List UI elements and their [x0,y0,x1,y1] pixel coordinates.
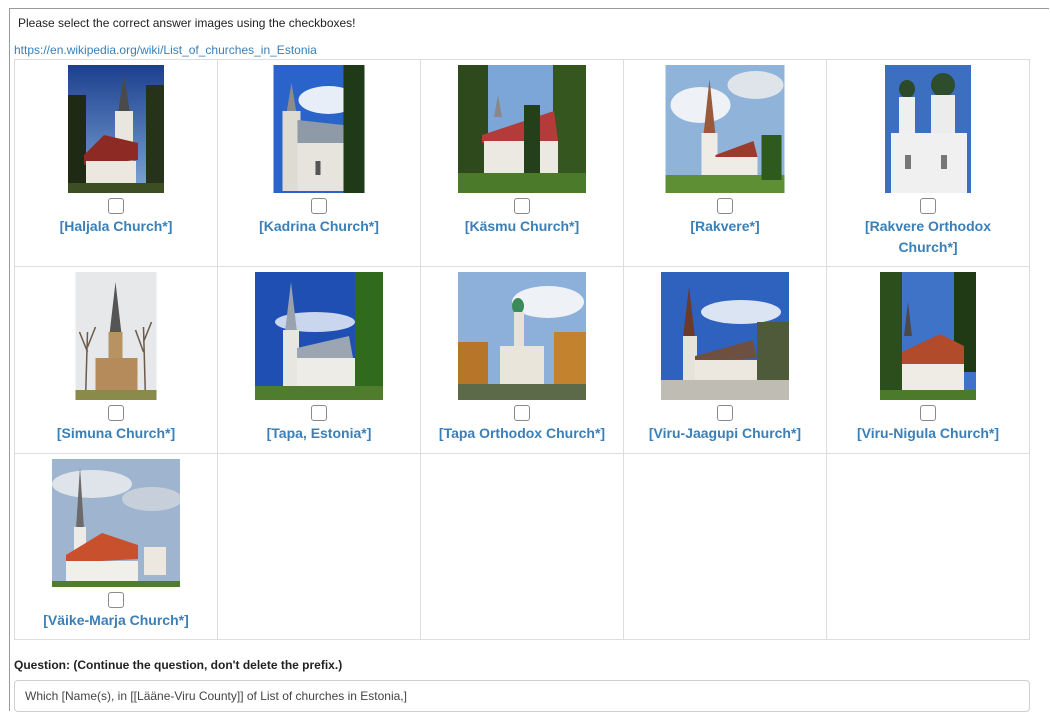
grid-cell-kasmu: [Käsmu Church*] [421,60,624,267]
answer-checkbox[interactable] [108,592,124,608]
grid-cell-kadrina: [Kadrina Church*] [218,60,421,267]
answer-checkbox[interactable] [311,405,327,421]
orthodox-church-photo-icon [458,272,586,400]
church-photo-icon [68,65,164,193]
church-photo-icon [665,65,785,193]
grid-cell-rakvere: [Rakvere*] [624,60,827,267]
church-photo-icon [75,272,157,400]
grid-cell-tapa-orthodox: [Tapa Orthodox Church*] [421,267,624,454]
church-label[interactable]: [Viru-Nigula Church*] [835,423,1021,444]
church-label[interactable]: [Väike-Marja Church*] [23,610,209,631]
answer-checkbox[interactable] [717,198,733,214]
grid-cell-rakvere-orthodox: [Rakvere Orthodox Church*] [827,60,1030,267]
source-link[interactable]: https://en.wikipedia.org/wiki/List_of_ch… [14,43,317,57]
answer-checkbox[interactable] [108,405,124,421]
church-photo-icon [458,65,586,193]
church-label[interactable]: [Rakvere Orthodox Church*] [835,216,1021,258]
grid-cell-viru-jaagupi: [Viru-Jaagupi Church*] [624,267,827,454]
empty-grid-cell [421,454,624,640]
church-photo-icon [661,272,789,400]
church-photo-icon [52,459,180,587]
grid-cell-tapa: [Tapa, Estonia*] [218,267,421,454]
answer-checkbox[interactable] [717,405,733,421]
church-label[interactable]: [Viru-Jaagupi Church*] [632,423,818,444]
answer-checkbox[interactable] [514,405,530,421]
answer-image-grid: [Haljala Church*] [Kadrina Church*] [Käs… [14,59,1030,640]
grid-cell-haljala: [Haljala Church*] [15,60,218,267]
answer-checkbox[interactable] [311,198,327,214]
answer-checkbox[interactable] [920,405,936,421]
orthodox-church-photo-icon [885,65,971,193]
instruction-text: Please select the correct answer images … [18,16,356,30]
empty-grid-cell [624,454,827,640]
church-photo-icon [255,272,383,400]
grid-cell-vaike-marja: [Väike-Marja Church*] [15,454,218,640]
church-label[interactable]: [Tapa Orthodox Church*] [429,423,615,444]
church-label[interactable]: [Haljala Church*] [23,216,209,237]
church-label[interactable]: [Simuna Church*] [23,423,209,444]
grid-cell-simuna: [Simuna Church*] [15,267,218,454]
answer-checkbox[interactable] [108,198,124,214]
church-photo-icon [880,272,976,400]
church-photo-icon [273,65,365,193]
empty-grid-cell [827,454,1030,640]
church-label[interactable]: [Rakvere*] [632,216,818,237]
empty-grid-cell [218,454,421,640]
answer-checkbox[interactable] [514,198,530,214]
question-input[interactable] [14,680,1030,712]
answer-checkbox[interactable] [920,198,936,214]
question-label: Question: (Continue the question, don't … [14,658,343,672]
grid-cell-viru-nigula: [Viru-Nigula Church*] [827,267,1030,454]
church-label[interactable]: [Tapa, Estonia*] [226,423,412,444]
church-label[interactable]: [Käsmu Church*] [429,216,615,237]
church-label[interactable]: [Kadrina Church*] [226,216,412,237]
